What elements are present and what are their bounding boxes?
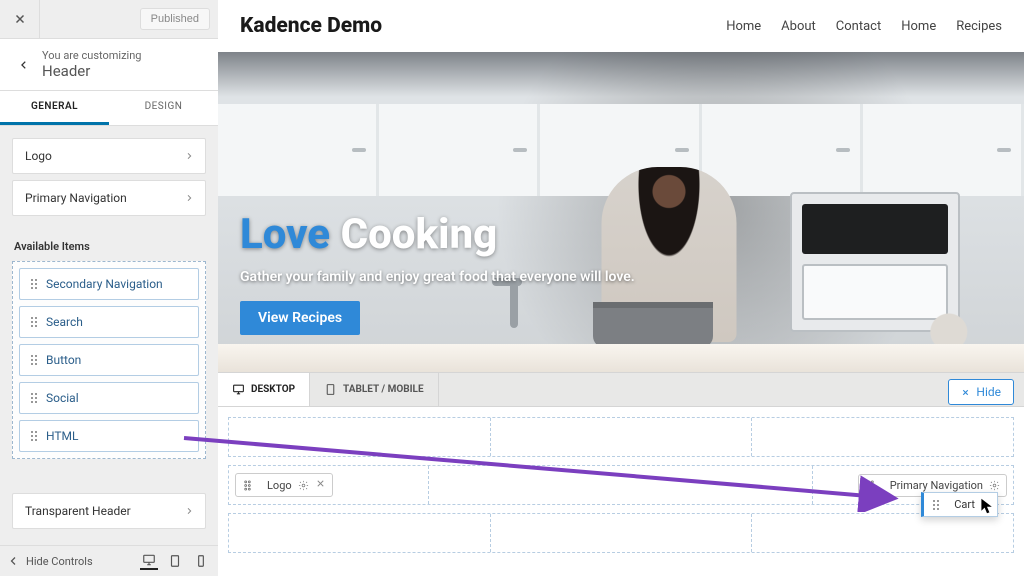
- hero-title-word2: Cooking: [341, 210, 498, 259]
- panel-item-label: Logo: [25, 149, 52, 163]
- chevron-right-icon: [185, 192, 193, 204]
- nav-link[interactable]: Recipes: [956, 19, 1002, 34]
- panel-item-transparent-header[interactable]: Transparent Header: [12, 493, 206, 529]
- available-item[interactable]: HTML: [19, 420, 199, 452]
- desktop-icon: [232, 383, 245, 396]
- available-item-label: Search: [46, 315, 83, 329]
- available-items-box: Secondary Navigation Search Button Socia…: [12, 261, 206, 459]
- available-item-label: Button: [46, 353, 81, 367]
- section-labels: You are customizing Header: [42, 49, 141, 80]
- sidebar-footer: Hide Controls: [0, 545, 218, 576]
- grip-icon: [30, 392, 38, 404]
- gear-icon[interactable]: [989, 480, 1000, 491]
- panel-item-primary-navigation[interactable]: Primary Navigation: [12, 180, 206, 216]
- builder-left-cell[interactable]: Logo: [229, 466, 429, 504]
- site-title: Kadence Demo: [240, 14, 382, 38]
- hide-controls-label: Hide Controls: [26, 555, 93, 568]
- published-button[interactable]: Published: [140, 8, 210, 30]
- hero-title-word1: Love: [240, 210, 330, 259]
- site-header: Kadence Demo Home About Contact Home Rec…: [218, 0, 1024, 52]
- hero-title: Love Cooking: [240, 210, 702, 259]
- builder-item-label: Logo: [267, 479, 292, 492]
- back-button[interactable]: [12, 58, 36, 72]
- grip-icon: [865, 480, 876, 491]
- nav-link[interactable]: Home: [901, 19, 936, 34]
- tab-general[interactable]: GENERAL: [0, 91, 109, 125]
- hero-cta-button[interactable]: View Recipes: [240, 301, 360, 335]
- builder-tab-desktop[interactable]: DESKTOP: [218, 373, 310, 406]
- site-nav: Home About Contact Home Recipes: [726, 19, 1002, 34]
- countertop-illustration: [218, 344, 1024, 372]
- available-item[interactable]: Search: [19, 306, 199, 338]
- grip-icon: [932, 499, 940, 511]
- available-items-heading: Available Items: [0, 234, 218, 261]
- desktop-icon: [142, 553, 156, 567]
- gear-icon[interactable]: [298, 480, 309, 491]
- builder-bottom-row[interactable]: [228, 513, 1014, 553]
- footer-device-icons: [140, 552, 210, 570]
- active-items: Logo Primary Navigation: [0, 126, 218, 234]
- builder-item-label: Primary Navigation: [890, 479, 983, 492]
- x-icon: [961, 388, 970, 397]
- customizer-sidebar: Published You are customizing Header GEN…: [0, 0, 218, 576]
- tablet-icon: [168, 554, 182, 568]
- sidebar-tabs: GENERAL DESIGN: [0, 91, 218, 126]
- available-item-label: HTML: [46, 429, 79, 443]
- panel-item-label: Primary Navigation: [25, 191, 127, 205]
- hide-builder-label: Hide: [976, 385, 1001, 399]
- hero-text: Love Cooking Gather your family and enjo…: [240, 210, 702, 335]
- panel-item-logo[interactable]: Logo: [12, 138, 206, 174]
- hero-subtitle: Gather your family and enjoy great food …: [240, 267, 702, 287]
- bowl-illustration: [926, 290, 1002, 350]
- section-title: Header: [42, 62, 141, 80]
- builder-item-remove[interactable]: [315, 478, 326, 492]
- available-item-label: Secondary Navigation: [46, 277, 163, 291]
- hide-builder-button[interactable]: Hide: [948, 379, 1014, 405]
- collapse-left-icon: [8, 555, 20, 567]
- builder-tab-tablet-label: TABLET / MOBILE: [343, 384, 424, 395]
- footer-device-desktop[interactable]: [140, 552, 158, 570]
- chevron-right-icon: [185, 505, 193, 517]
- builder-center-cell[interactable]: [429, 466, 813, 504]
- grip-icon: [242, 480, 253, 491]
- builder-device-tabs: DESKTOP TABLET / MOBILE Hide: [218, 372, 1024, 407]
- footer-device-tablet[interactable]: [166, 552, 184, 570]
- panel-item-label: Transparent Header: [25, 504, 131, 518]
- builder-top-row[interactable]: [228, 417, 1014, 457]
- dragging-item-label: Cart: [954, 498, 975, 511]
- builder-tab-desktop-label: DESKTOP: [251, 384, 295, 395]
- grip-icon: [30, 354, 38, 366]
- tablet-icon: [324, 383, 337, 396]
- nav-link[interactable]: About: [781, 19, 816, 34]
- chevron-right-icon: [185, 150, 193, 162]
- nav-link[interactable]: Home: [726, 19, 761, 34]
- section-eyebrow: You are customizing: [42, 49, 141, 62]
- grip-icon: [30, 316, 38, 328]
- mobile-icon: [194, 554, 208, 568]
- close-customizer-button[interactable]: [0, 0, 40, 38]
- builder-item-logo[interactable]: Logo: [235, 473, 333, 497]
- publish-area: Published: [40, 0, 218, 38]
- chevron-left-icon: [19, 58, 29, 72]
- available-item[interactable]: Social: [19, 382, 199, 414]
- builder-tab-tablet[interactable]: TABLET / MOBILE: [310, 373, 439, 406]
- transparent-header-row: Transparent Header: [12, 493, 206, 535]
- hero-section: Love Cooking Gather your family and enjo…: [218, 52, 1024, 372]
- mouse-cursor-icon: [980, 498, 994, 518]
- nav-link[interactable]: Contact: [836, 19, 881, 34]
- section-head: You are customizing Header: [0, 39, 218, 91]
- available-item-label: Social: [46, 391, 79, 405]
- grip-icon: [30, 278, 38, 290]
- sidebar-topbar: Published: [0, 0, 218, 39]
- grip-icon: [30, 430, 38, 442]
- preview-pane: Kadence Demo Home About Contact Home Rec…: [218, 0, 1024, 576]
- header-builder-grid: Logo Primary Navigation: [218, 407, 1024, 571]
- x-icon: [13, 12, 27, 26]
- hide-controls-button[interactable]: Hide Controls: [8, 555, 93, 568]
- builder-main-row[interactable]: Logo Primary Navigation: [228, 465, 1014, 505]
- footer-device-mobile[interactable]: [192, 552, 210, 570]
- available-item[interactable]: Secondary Navigation: [19, 268, 199, 300]
- tab-design[interactable]: DESIGN: [109, 91, 218, 125]
- available-item[interactable]: Button: [19, 344, 199, 376]
